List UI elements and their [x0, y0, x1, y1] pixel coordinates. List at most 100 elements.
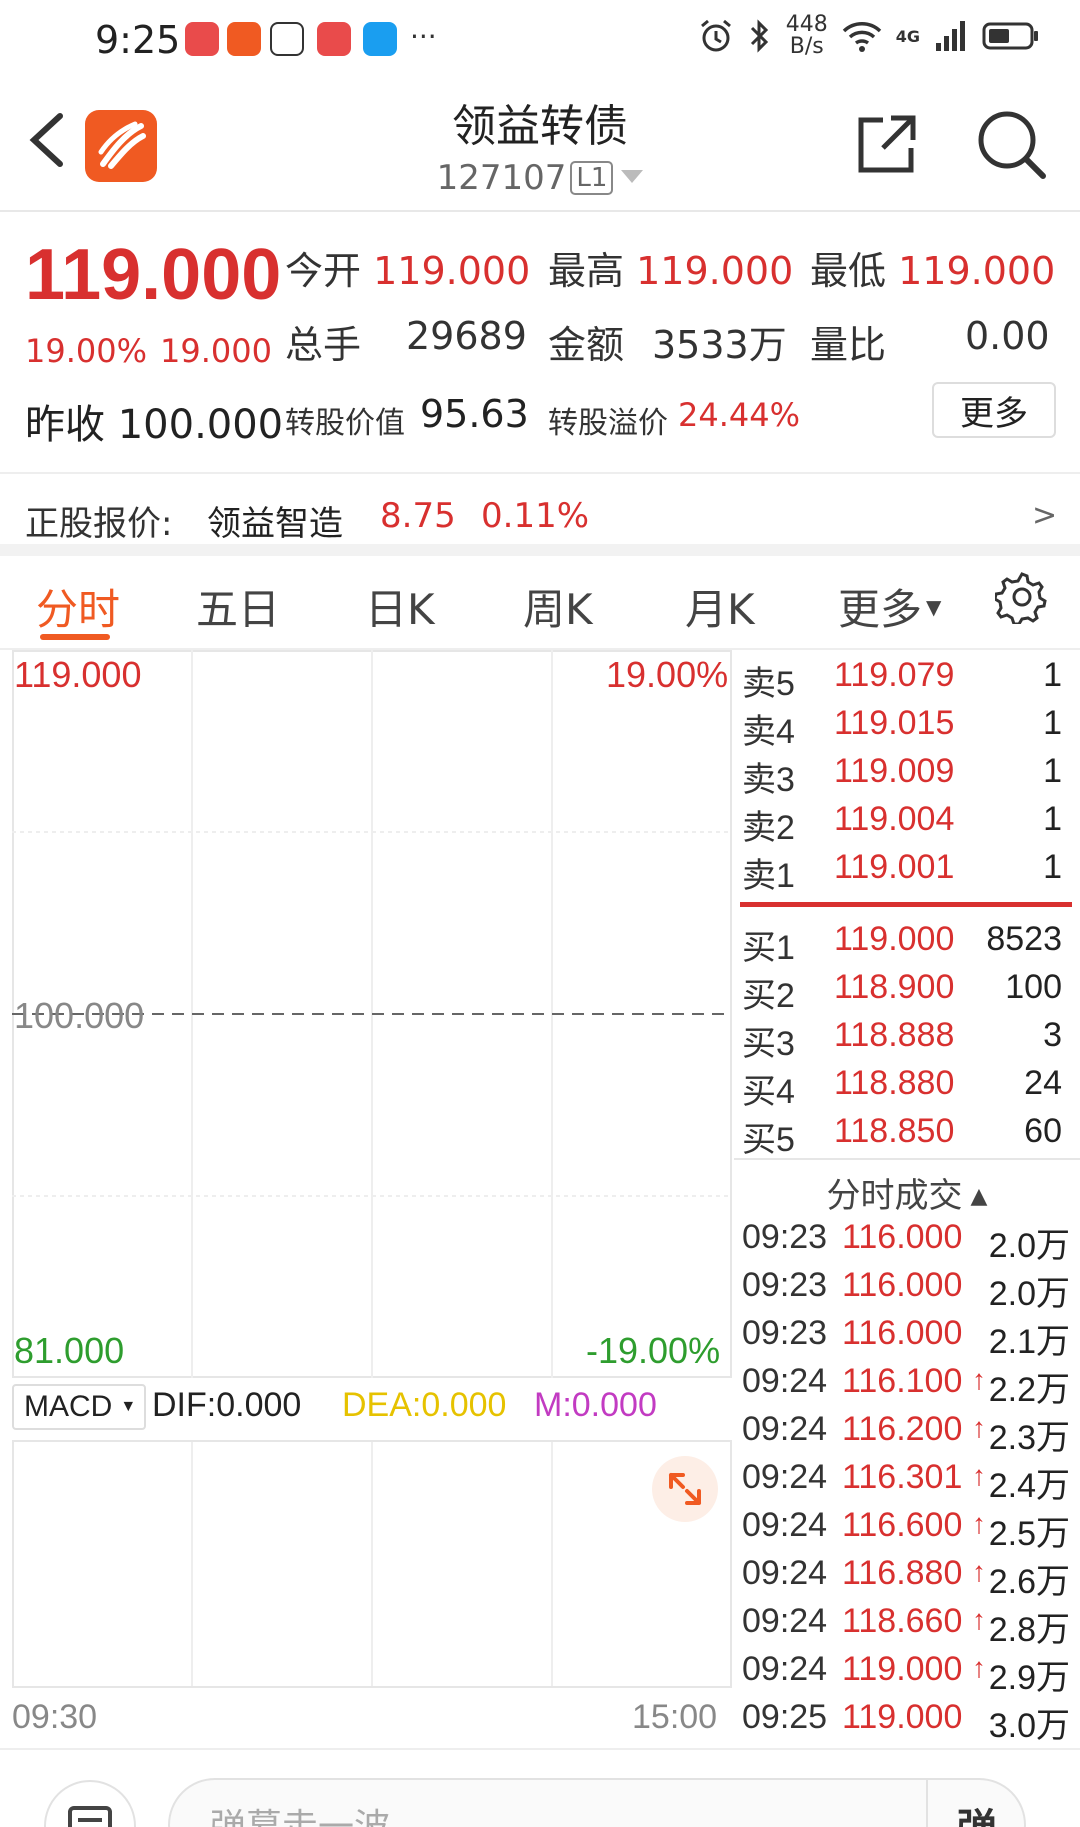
ask-row[interactable]: 卖4 119.015 1	[734, 704, 1074, 752]
comment-icon[interactable]	[44, 1780, 136, 1827]
macd-chart[interactable]	[12, 1440, 732, 1688]
change-abs: 19.000	[160, 332, 272, 370]
alarm-icon	[700, 19, 731, 52]
macd-dea: DEA:0.000	[342, 1386, 507, 1424]
bid-row[interactable]: 买3 118.888 3	[734, 1016, 1074, 1064]
chart-bottom-pct: -19.00%	[586, 1330, 721, 1371]
section-divider	[0, 544, 1080, 556]
bottom-bar: 弹幕走一波 弹	[0, 1748, 1080, 1827]
bid-row[interactable]: 买5 118.850 60	[734, 1112, 1074, 1160]
tick-row: 09:24 116.301 ↑ 2.4万	[742, 1458, 1070, 1505]
caret-down-icon: ▼	[120, 1398, 137, 1415]
volume-value: 29689	[406, 314, 527, 358]
more-notifications-icon: ···	[410, 20, 437, 53]
high-field: 最高 119.000	[548, 249, 794, 293]
tick-row: 09:24 116.880 ↑ 2.6万	[742, 1554, 1070, 1601]
caret-up-icon: ▲	[970, 1184, 988, 1209]
prev-close-field: 昨收 100.000	[25, 402, 284, 448]
conv-value-label: 转股价值	[285, 406, 405, 441]
volume-label: 总手	[285, 323, 362, 367]
low-field: 最低 119.000	[810, 249, 1056, 293]
gear-icon[interactable]	[995, 570, 1049, 624]
ask-row[interactable]: 卖2 119.004 1	[734, 800, 1074, 848]
tick-row: 09:23 116.000 2.0万	[742, 1266, 1070, 1313]
tab-intraday[interactable]: 分时	[36, 576, 120, 637]
hand-icon	[270, 22, 304, 56]
ticks-header[interactable]: 分时成交 ▲	[734, 1158, 1080, 1216]
conv-premium-label: 转股溢价	[548, 406, 668, 441]
tab-more[interactable]: 更多 ▼	[838, 576, 941, 637]
status-time: 9:25	[95, 18, 181, 62]
ratio-value: 0.00	[965, 314, 1050, 358]
macd-m: M:0.000	[534, 1386, 657, 1424]
share-icon[interactable]	[855, 112, 919, 176]
tick-row: 09:23 116.000 2.0万	[742, 1218, 1070, 1265]
open-field: 今开 119.000	[285, 249, 531, 293]
tab-daily-k[interactable]: 日K	[365, 576, 435, 637]
ratio-label: 量比	[810, 323, 887, 367]
tick-row: 09:24 116.100 ↑ 2.2万	[742, 1362, 1070, 1409]
ask-row[interactable]: 卖3 119.009 1	[734, 752, 1074, 800]
tick-row: 09:23 116.000 2.1万	[742, 1314, 1070, 1361]
time-axis-start: 09:30	[12, 1698, 98, 1736]
search-app-icon	[363, 22, 397, 56]
amount-value: 3533万	[652, 323, 787, 367]
signal-icon	[936, 21, 965, 51]
app-notification-icon	[227, 22, 261, 56]
chevron-right-icon: >	[1032, 498, 1058, 533]
conv-value: 95.63	[420, 392, 529, 436]
tab-weekly-k[interactable]: 周K	[523, 576, 593, 637]
indicator-select[interactable]: MACD ▼	[12, 1384, 146, 1430]
last-price: 119.000	[25, 235, 282, 315]
battery-icon	[982, 22, 1038, 50]
tick-row: 09:25 119.000 3.0万	[742, 1698, 1070, 1745]
tab-five-day[interactable]: 五日	[196, 576, 280, 637]
underlying-label: 正股报价:	[25, 504, 173, 544]
bid-row[interactable]: 买2 118.900 100	[734, 968, 1074, 1016]
macd-dif: DIF:0.000	[152, 1386, 302, 1424]
danmaku-toggle-button[interactable]: 弹	[926, 1778, 1026, 1827]
caret-down-icon: ▼	[926, 595, 942, 619]
underlying-name: 领益智造	[207, 504, 343, 544]
status-right: 448 B/s 4G	[698, 14, 1040, 58]
net-speed: 448 B/s	[785, 12, 828, 59]
chart-mid-price: 100.000	[14, 995, 145, 1036]
tick-row: 09:24 119.000 ↑ 2.9万	[742, 1650, 1070, 1697]
chevron-down-icon	[621, 170, 644, 183]
stock-code: 127107	[436, 158, 567, 198]
expand-icon	[669, 1473, 701, 1505]
chart-top-price: 119.000	[14, 654, 142, 695]
danmaku-input[interactable]: 弹幕走一波	[168, 1778, 1026, 1827]
tick-row: 09:24 116.200 ↑ 2.3万	[742, 1410, 1070, 1457]
wifi-icon	[842, 22, 881, 52]
macd-row: MACD ▼ DIF:0.000 DEA:0.000 M:0.000	[12, 1378, 732, 1440]
bid-row[interactable]: 买1 119.000 8523	[734, 920, 1074, 968]
tick-row: 09:24 118.660 ↑ 2.8万	[742, 1602, 1070, 1649]
order-book-divider	[740, 902, 1072, 907]
time-axis-end: 15:00	[632, 1698, 718, 1736]
chart-tabs: 分时 五日 日K 周K 月K 更多 ▼	[0, 558, 1080, 650]
huawei-app-icon	[185, 22, 219, 56]
change-pct: 19.00%	[25, 332, 148, 370]
status-bar: 9:25 ··· 448 B/s 4G	[0, 0, 1080, 80]
underlying-price: 8.75	[380, 496, 456, 536]
ask-row[interactable]: 卖1 119.001 1	[734, 848, 1074, 896]
amount-label: 金额	[548, 323, 625, 367]
chart-bottom-price: 81.000	[14, 1330, 125, 1371]
level-badge: L1	[570, 161, 614, 195]
header: 领益转债 127107 L1	[0, 80, 1080, 212]
more-button[interactable]: 更多	[932, 382, 1056, 438]
ticks-list[interactable]: 09:23 116.000 2.0万 09:23 116.000 2.0万 09:23 1…	[734, 1218, 1080, 1748]
search-icon[interactable]	[975, 108, 1047, 180]
huawei-app-icon-2	[317, 22, 351, 56]
ask-row[interactable]: 卖5 119.079 1	[734, 656, 1074, 704]
tab-monthly-k[interactable]: 月K	[685, 576, 755, 637]
chart-top-pct: 19.00%	[606, 654, 729, 695]
bluetooth-icon	[750, 19, 768, 53]
tick-row: 09:24 116.600 ↑ 2.5万	[742, 1506, 1070, 1553]
expand-button[interactable]	[652, 1456, 718, 1522]
quote-panel: 119.000 19.00% 19.000 今开 119.000 最高 119.…	[0, 214, 1080, 544]
bid-row[interactable]: 买4 118.880 24	[734, 1064, 1074, 1112]
network-type: 4G	[895, 26, 920, 46]
conv-premium: 24.44%	[678, 396, 801, 434]
